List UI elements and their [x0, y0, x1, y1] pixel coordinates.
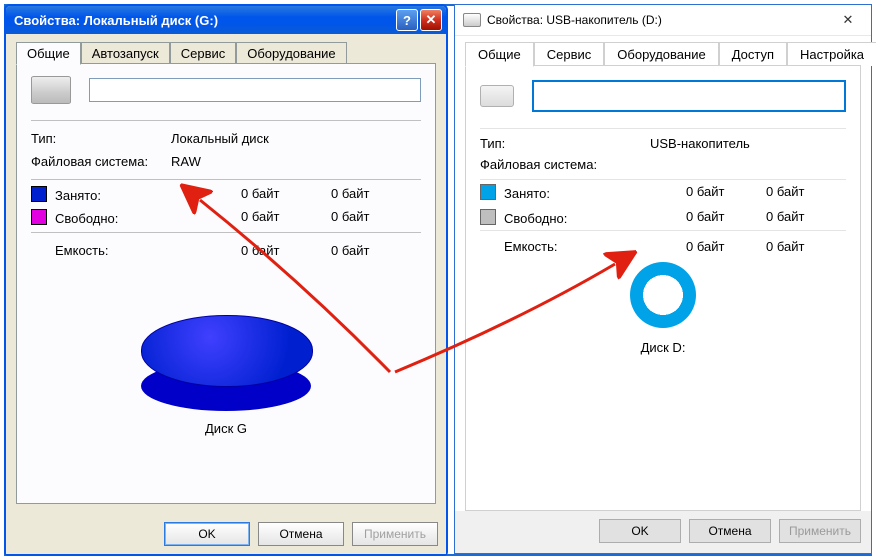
free-label: Свободно:	[55, 211, 118, 226]
used-size: 0 байт	[766, 184, 846, 201]
filesystem-value: RAW	[171, 154, 201, 169]
used-swatch-icon	[31, 186, 47, 202]
free-bytes: 0 байт	[241, 209, 331, 226]
capacity-bytes: 0 байт	[686, 239, 766, 254]
w10-properties-window: Свойства: USB-накопитель (D:) ✕ Общие Се…	[454, 4, 872, 554]
disk-label: Диск G	[205, 421, 247, 436]
xp-tab-panel: Тип: Локальный диск Файловая система: RA…	[16, 63, 436, 504]
w10-body: Общие Сервис Оборудование Доступ Настрой…	[455, 36, 871, 511]
ok-button[interactable]: OK	[164, 522, 250, 546]
capacity-size: 0 байт	[766, 239, 846, 254]
free-bytes: 0 байт	[686, 209, 766, 226]
xp-titlebar[interactable]: Свойства: Локальный диск (G:) ? ✕	[6, 6, 446, 34]
tab-general[interactable]: Общие	[16, 42, 81, 65]
used-bytes: 0 байт	[686, 184, 766, 201]
type-label: Тип:	[31, 131, 171, 146]
w10-tabstrip: Общие Сервис Оборудование Доступ Настрой…	[465, 42, 861, 66]
divider	[31, 179, 421, 180]
capacity-bytes: 0 байт	[241, 243, 331, 258]
used-label: Занято:	[504, 186, 550, 201]
close-button[interactable]: ✕	[825, 5, 871, 35]
type-label: Тип:	[480, 136, 650, 151]
tab-hardware[interactable]: Оборудование	[236, 42, 346, 64]
drive-icon	[31, 76, 71, 104]
divider	[480, 230, 846, 231]
cancel-button[interactable]: Отмена	[258, 522, 344, 546]
drive-icon	[463, 13, 481, 27]
xp-window-title: Свойства: Локальный диск (G:)	[14, 13, 394, 28]
ok-button[interactable]: OK	[599, 519, 681, 543]
tab-autorun[interactable]: Автозапуск	[81, 42, 170, 64]
tab-general[interactable]: Общие	[465, 42, 534, 67]
tab-tools[interactable]: Сервис	[534, 42, 605, 66]
capacity-label: Емкость:	[480, 239, 686, 254]
apply-button[interactable]: Применить	[779, 519, 861, 543]
used-bytes: 0 байт	[241, 186, 331, 203]
disk-label: Диск D:	[641, 340, 686, 355]
tab-customize[interactable]: Настройка	[787, 42, 876, 66]
filesystem-label: Файловая система:	[31, 154, 171, 169]
apply-button[interactable]: Применить	[352, 522, 438, 546]
free-swatch-icon	[480, 209, 496, 225]
xp-properties-window: Свойства: Локальный диск (G:) ? ✕ Общие …	[4, 4, 448, 556]
free-swatch-icon	[31, 209, 47, 225]
divider	[31, 232, 421, 233]
help-button[interactable]: ?	[396, 9, 418, 31]
xp-tabstrip: Общие Автозапуск Сервис Оборудование	[16, 42, 436, 64]
cancel-button[interactable]: Отмена	[689, 519, 771, 543]
xp-body: Общие Автозапуск Сервис Оборудование Тип…	[6, 34, 446, 514]
used-size: 0 байт	[331, 186, 421, 203]
w10-footer: OK Отмена Применить	[455, 511, 871, 553]
divider	[480, 179, 846, 180]
close-button[interactable]: ✕	[420, 9, 442, 31]
free-size: 0 байт	[331, 209, 421, 226]
type-value: USB-накопитель	[650, 136, 750, 151]
type-value: Локальный диск	[171, 131, 269, 146]
xp-pie-chart: Диск G	[31, 258, 421, 493]
donut-chart-icon	[630, 262, 696, 328]
xp-footer: OK Отмена Применить	[6, 514, 446, 554]
volume-label-input[interactable]	[89, 78, 421, 102]
w10-window-title: Свойства: USB-накопитель (D:)	[487, 13, 825, 27]
capacity-label: Емкость:	[31, 243, 241, 258]
w10-tab-panel: Тип: USB-накопитель Файловая система: За…	[465, 65, 861, 511]
pie-chart-icon	[141, 315, 311, 411]
w10-titlebar[interactable]: Свойства: USB-накопитель (D:) ✕	[455, 5, 871, 36]
free-size: 0 байт	[766, 209, 846, 226]
w10-donut-chart: Диск D:	[480, 262, 846, 496]
volume-label-input[interactable]	[532, 80, 846, 112]
xp-space-table: Занято: 0 байт 0 байт Свободно: 0 байт 0…	[31, 186, 421, 226]
w10-space-table: Занято: 0 байт 0 байт Свободно: 0 байт 0…	[480, 184, 846, 226]
divider	[480, 128, 846, 129]
tab-tools[interactable]: Сервис	[170, 42, 237, 64]
used-swatch-icon	[480, 184, 496, 200]
divider	[31, 120, 421, 121]
drive-icon	[480, 85, 514, 107]
filesystem-label: Файловая система:	[480, 157, 650, 172]
tab-sharing[interactable]: Доступ	[719, 42, 787, 66]
free-label: Свободно:	[504, 211, 567, 226]
tab-hardware[interactable]: Оборудование	[604, 42, 718, 66]
capacity-size: 0 байт	[331, 243, 421, 258]
used-label: Занято:	[55, 188, 101, 203]
